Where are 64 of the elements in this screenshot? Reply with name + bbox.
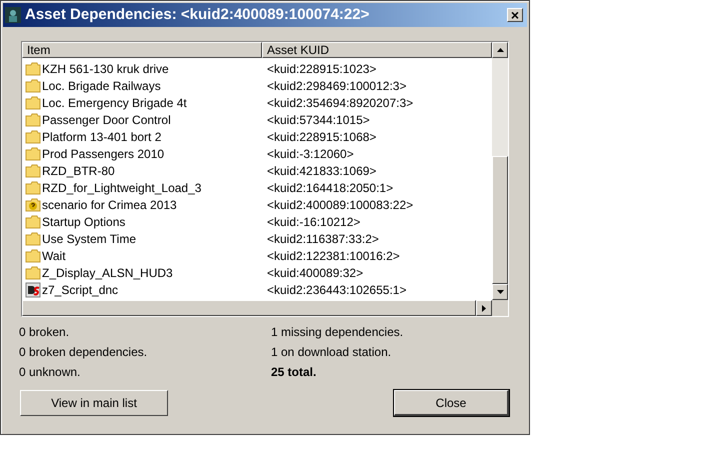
folder-icon [25, 60, 41, 76]
item-name: Loc. Emergency Brigade 4t [42, 94, 187, 112]
item-name: Wait [42, 248, 66, 264]
folder-icon [25, 112, 41, 128]
status-text: 0 broken. [19, 325, 70, 339]
folder-icon [25, 162, 41, 178]
folder-icon [25, 146, 41, 162]
item-name: z7_Script_dnc [42, 282, 118, 298]
app-icon [5, 7, 21, 23]
asset-kuid: <kuid2:400089:100083:22> [266, 196, 414, 214]
status-text: 1 on download station. [271, 345, 392, 359]
question-folder-icon [25, 196, 41, 212]
scroll-down-button[interactable] [492, 284, 508, 300]
asset-kuid: <kuid:-3:12060> [266, 146, 354, 162]
view-in-list-button[interactable]: View in main list [20, 390, 168, 416]
scroll-thumb[interactable] [492, 156, 508, 284]
status-text: 1 missing dependencies. [271, 325, 404, 339]
folder-icon [25, 128, 41, 144]
vertical-scrollbar[interactable] [492, 42, 508, 300]
close-dialog-button[interactable]: Close [394, 390, 509, 416]
asset-kuid: <kuid:57344:1015> [266, 112, 370, 128]
folder-icon [25, 180, 41, 196]
item-name: KZH 561-130 kruk drive [42, 60, 169, 78]
item-name: Prod Passengers 2010 [42, 146, 164, 162]
script-icon [25, 282, 41, 298]
asset-kuid: <kuid2:116387:33:2> [266, 230, 379, 248]
asset-kuid: <kuid2:164418:2050:1> [266, 180, 394, 196]
column-header[interactable]: Asset KUID [262, 42, 492, 58]
asset-kuid: <kuid:228915:1023> [266, 60, 376, 78]
scroll-up-button[interactable] [492, 42, 508, 58]
scrollbar-corner [492, 300, 508, 316]
item-name: Passenger Door Control [42, 112, 171, 128]
up-arrow-icon [496, 48, 504, 52]
item-name: Platform 13-401 bort 2 [42, 128, 162, 146]
folder-icon [25, 248, 41, 264]
asset-kuid: <kuid:-16:10212> [266, 214, 360, 230]
item-name: Startup Options [42, 214, 126, 230]
scroll-right-button[interactable] [476, 300, 492, 316]
column-header[interactable]: Item [22, 42, 262, 58]
right-arrow-icon [482, 304, 486, 312]
item-name: Loc. Brigade Railways [42, 78, 161, 94]
asset-kuid: <kuid2:122381:10016:2> [266, 248, 400, 264]
folder-icon [25, 78, 41, 94]
folder-icon [25, 230, 41, 246]
asset-kuid: <kuid:421833:1069> [266, 162, 376, 180]
status-text: 0 broken dependencies. [19, 345, 148, 359]
item-name: Z_Display_ALSN_HUD3 [42, 264, 173, 282]
asset-kuid: <kuid:228915:1068> [266, 128, 376, 146]
asset-kuid: <kuid2:354694:8920207:3> [266, 94, 414, 112]
folder-icon [25, 94, 41, 110]
status-text: 0 unknown. [19, 365, 82, 379]
item-name: RZD_for_Lightweight_Load_3 [42, 180, 202, 196]
folder-icon [25, 214, 41, 230]
down-arrow-icon [496, 290, 504, 294]
asset-kuid: <kuid2:236443:102655:1> [266, 282, 406, 298]
asset-kuid: <kuid:400089:32> [266, 264, 364, 282]
item-name: RZD_BTR-80 [42, 162, 115, 180]
status-text: 25 total. [271, 365, 318, 379]
item-name: Use System Time [42, 230, 136, 248]
folder-icon [25, 264, 41, 280]
window-title: Asset Dependencies: <kuid2:400089:100074:22> [25, 4, 370, 25]
asset-kuid: <kuid2:298469:100012:3> [266, 78, 406, 94]
close-button[interactable]: × [507, 8, 523, 22]
item-name: scenario for Crimea 2013 [42, 196, 177, 214]
